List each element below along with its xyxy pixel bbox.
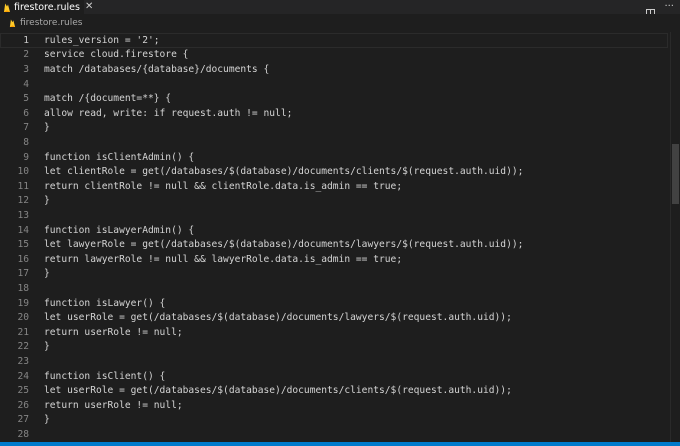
code-line[interactable]: 7} (0, 121, 668, 136)
line-number: 11 (17, 180, 29, 192)
line-text: let clientRole = get(/databases/$(databa… (44, 166, 524, 178)
code-line[interactable]: 10 let clientRole = get(/databases/$(data… (0, 164, 668, 179)
line-number: 28 (17, 428, 29, 440)
line-number: 22 (17, 341, 29, 353)
line-number: 18 (17, 282, 29, 294)
line-number: 9 (23, 151, 29, 163)
line-number: 20 (17, 312, 29, 324)
code-editor[interactable]: 1 rules_version = '2'; 2 service cloud.fire… (0, 32, 680, 442)
breadcrumb: firestore.rules (0, 14, 680, 32)
line-text: match /databases/{database}/documents { (44, 63, 270, 75)
line-number: 7 (23, 122, 29, 134)
line-text: service cloud.firestore { (44, 49, 189, 61)
line-text: function isLawyer() { (44, 297, 166, 309)
code-line[interactable]: 15 let lawyerRole = get(/databases/$(data… (0, 237, 668, 252)
editor-actions: ··· (646, 0, 674, 18)
line-number: 19 (17, 297, 29, 309)
line-text: allow read, write: if request.auth != nu… (44, 107, 293, 119)
code-line[interactable]: 25 let userRole = get(/databases/$(databa… (0, 383, 668, 398)
line-text: match /{document=**} { (44, 93, 172, 105)
line-text: function isClientAdmin() { (44, 151, 195, 163)
code-line[interactable]: 16 return lawyerRole != null && lawyerRol… (0, 252, 668, 267)
more-actions-icon[interactable]: ··· (664, 0, 674, 14)
line-text: return lawyerRole != null && lawyerRole.… (44, 253, 403, 265)
line-number: 27 (17, 414, 29, 426)
line-text: } (44, 122, 50, 134)
line-number: 26 (17, 399, 29, 411)
flame-icon (3, 2, 11, 13)
line-number: 2 (23, 49, 29, 61)
line-text: return userRole != null; (44, 326, 183, 338)
line-number: 14 (17, 224, 29, 236)
code-line[interactable]: 23 (0, 354, 668, 369)
code-line[interactable]: 27} (0, 413, 668, 428)
line-text: let userRole = get(/databases/$(database… (44, 312, 512, 324)
vertical-scrollbar[interactable] (670, 32, 680, 442)
tab-label: firestore.rules (14, 1, 80, 13)
line-number: 5 (23, 93, 29, 105)
code-line[interactable]: 18 (0, 281, 668, 296)
code-line[interactable]: 20 let userRole = get(/databases/$(databa… (0, 310, 668, 325)
code-line[interactable]: 22} (0, 340, 668, 355)
line-number: 15 (17, 239, 29, 251)
line-number: 16 (17, 253, 29, 265)
line-number: 24 (17, 370, 29, 382)
code-line[interactable]: 28 (0, 427, 668, 442)
line-number: 23 (17, 355, 29, 367)
code-line[interactable]: 9 function isClientAdmin() { (0, 150, 668, 165)
tab-bar: firestore.rules ✕ ··· (0, 0, 680, 18)
line-text: function isClient() { (44, 370, 166, 382)
line-text: return clientRole != null && clientRole.… (44, 180, 403, 192)
line-number: 8 (23, 136, 29, 148)
code-line[interactable]: 17} (0, 267, 668, 282)
code-line[interactable]: 3 match /databases/{database}/documents { (0, 62, 668, 77)
code-line[interactable]: 4 (0, 77, 668, 92)
line-number: 25 (17, 385, 29, 397)
line-text: rules_version = '2'; (44, 34, 160, 46)
status-bar (0, 442, 680, 446)
line-number: 17 (17, 268, 29, 280)
flame-icon (8, 18, 16, 28)
code-line[interactable]: 26 return userRole != null; (0, 398, 668, 413)
line-number: 1 (23, 34, 29, 46)
line-number: 10 (17, 166, 29, 178)
line-text: } (44, 341, 50, 353)
code-line[interactable]: 19 function isLawyer() { (0, 296, 668, 311)
line-text: function isLawyerAdmin() { (44, 224, 195, 236)
code-line[interactable]: 21 return userRole != null; (0, 325, 668, 340)
line-text: let userRole = get(/databases/$(database… (44, 385, 512, 397)
line-number: 12 (17, 195, 29, 207)
code-line[interactable]: 11 return clientRole != null && clientRol… (0, 179, 668, 194)
code-line[interactable]: 14 function isLawyerAdmin() { (0, 223, 668, 238)
line-number: 3 (23, 63, 29, 75)
code-line[interactable]: 8 (0, 135, 668, 150)
tab-firestore-rules[interactable]: firestore.rules ✕ (0, 0, 93, 14)
line-number: 4 (23, 78, 29, 90)
line-number: 13 (17, 209, 29, 221)
line-text: } (44, 195, 50, 207)
line-number: 21 (17, 326, 29, 338)
code-line[interactable]: 1 rules_version = '2'; (0, 33, 668, 48)
close-icon[interactable]: ✕ (85, 0, 93, 14)
code-line[interactable]: 13 (0, 208, 668, 223)
breadcrumb-file[interactable]: firestore.rules (20, 18, 82, 28)
code-line[interactable]: 2 service cloud.firestore { (0, 48, 668, 63)
code-line[interactable]: 5 match /{document=**} { (0, 91, 668, 106)
scrollbar-thumb[interactable] (672, 144, 679, 204)
line-text: } (44, 414, 50, 426)
line-text: let lawyerRole = get(/databases/$(databa… (44, 239, 524, 251)
line-number: 6 (23, 107, 29, 119)
code-line[interactable]: 24 function isClient() { (0, 369, 668, 384)
line-text: } (44, 268, 50, 280)
split-editor-icon[interactable] (646, 3, 656, 18)
code-line[interactable]: 12} (0, 194, 668, 209)
code-line[interactable]: 6 allow read, write: if request.auth != n… (0, 106, 668, 121)
line-text: return userRole != null; (44, 399, 183, 411)
